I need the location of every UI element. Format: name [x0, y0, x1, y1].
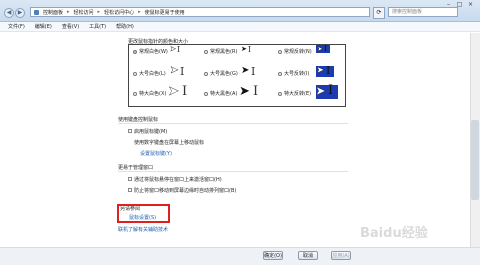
- text-cursor-icon: I: [326, 64, 331, 77]
- prevent-snap-checkbox[interactable]: 防止将窗口移动到屏幕边缘时自动排列窗口(B): [128, 187, 236, 194]
- option-regular-inverted[interactable]: 常规反转(N): [278, 48, 312, 55]
- window-section-title: 更易于管理窗口: [118, 165, 154, 171]
- section-divider: [118, 123, 348, 124]
- text-cursor-icon: I: [253, 84, 259, 99]
- text-cursor-icon: I: [182, 84, 188, 99]
- black-arrow-icon: ➤: [241, 45, 247, 53]
- keyboard-section-title: 使用键盘控制鼠标: [118, 117, 159, 123]
- ok-button[interactable]: 确定(O): [263, 251, 283, 260]
- option-large-inverted[interactable]: 大号反转(I): [278, 70, 309, 77]
- radio-button[interactable]: [204, 71, 208, 76]
- cancel-button[interactable]: 取消: [298, 251, 318, 260]
- highlight-box: [117, 204, 170, 223]
- text-cursor-icon: I: [328, 83, 334, 98]
- inverted-arrow-icon: ➤: [315, 84, 326, 99]
- setup-mouse-keys-link[interactable]: 设置鼠标键(Y): [140, 150, 172, 157]
- radio-button[interactable]: [133, 91, 137, 96]
- option-extra-large-white[interactable]: 特大白色(X): [133, 90, 166, 97]
- menu-view[interactable]: 查看(V): [62, 23, 79, 30]
- option-large-white[interactable]: 大号白色(L): [133, 70, 166, 77]
- menu-bar: 文件(F) 编辑(E) 查看(V) 工具(T) 帮助(H): [0, 22, 480, 32]
- checkbox[interactable]: [128, 129, 132, 133]
- white-arrow-icon: ➤: [170, 45, 176, 53]
- button-bar: 确定(O) 取消 应用(A): [0, 247, 480, 265]
- minimize-icon[interactable]: –: [444, 1, 453, 8]
- close-icon[interactable]: ×: [466, 1, 475, 8]
- checkbox[interactable]: [128, 188, 132, 192]
- radio-button[interactable]: [278, 91, 282, 96]
- black-arrow-icon: ➤: [239, 84, 250, 99]
- white-arrow-icon: ➤: [168, 84, 179, 99]
- option-label: 大号反转(I): [284, 71, 310, 77]
- white-arrow-icon: ➤: [170, 65, 179, 76]
- radio-button[interactable]: [278, 71, 282, 76]
- mouse-keys-description: 使用数字键盘在屏幕上移动鼠标: [134, 140, 205, 146]
- black-arrow-icon: ➤: [241, 65, 250, 76]
- breadcrumb-ease-of-access-center[interactable]: 轻松访问中心: [104, 9, 134, 16]
- menu-help[interactable]: 帮助(H): [116, 23, 134, 30]
- maximize-icon[interactable]: □: [455, 1, 464, 8]
- checkbox-label: 启用鼠标键(M): [134, 129, 168, 135]
- breadcrumb-control-panel[interactable]: 控制面板: [43, 9, 63, 16]
- control-panel-icon: [34, 9, 39, 15]
- option-label: 常规黑色(R): [210, 49, 238, 55]
- option-label: 特大白色(X): [139, 91, 167, 97]
- option-label: 常规白色(W): [139, 49, 168, 55]
- breadcrumb-separator-icon: ▸: [97, 9, 101, 15]
- text-cursor-icon: I: [248, 45, 252, 54]
- radio-button[interactable]: [278, 49, 282, 54]
- inverted-arrow-icon: ➤: [316, 65, 325, 76]
- checkbox-label: 防止将窗口移动到屏幕边缘时自动排列窗口(B): [134, 188, 237, 194]
- option-regular-black[interactable]: 常规黑色(R): [204, 48, 237, 55]
- option-extra-large-inverted[interactable]: 特大反转(E): [278, 90, 311, 97]
- mouse-keys-checkbox[interactable]: 启用鼠标键(M): [128, 128, 167, 135]
- inverted-arrow-icon: ➤: [317, 45, 323, 53]
- option-label: 常规反转(N): [284, 49, 312, 55]
- option-label: 大号黑色(G): [210, 71, 238, 77]
- option-label: 特大反转(E): [284, 91, 312, 97]
- radio-button[interactable]: [204, 91, 208, 96]
- text-cursor-icon: I: [177, 45, 181, 54]
- breadcrumb-separator-icon: ▸: [67, 9, 70, 15]
- search-input[interactable]: 搜索控制面板: [388, 7, 458, 17]
- search-placeholder: 搜索控制面板: [392, 9, 423, 15]
- option-regular-white[interactable]: 常规白色(W): [133, 48, 168, 55]
- checkbox[interactable]: [128, 177, 132, 181]
- menu-edit[interactable]: 编辑(E): [35, 23, 52, 30]
- menu-tools[interactable]: 工具(T): [89, 23, 106, 30]
- text-cursor-icon: I: [251, 65, 256, 78]
- section-divider: [118, 171, 348, 172]
- learn-assistive-tech-link[interactable]: 联机了解有关辅助技术: [118, 226, 168, 233]
- address-bar[interactable]: 控制面板 ▸ 轻松访问 ▸ 轻松访问中心 ▸ 使鼠标更易于使用: [30, 7, 370, 17]
- option-label: 特大黑色(A): [210, 91, 238, 97]
- watermark: Baidu经验: [360, 226, 428, 241]
- hover-activate-checkbox[interactable]: 通过将鼠标悬停在窗口上来激活窗口(H): [128, 176, 222, 183]
- option-large-black[interactable]: 大号黑色(G): [204, 70, 238, 77]
- back-button[interactable]: ◀: [4, 8, 14, 18]
- option-label: 大号白色(L): [139, 71, 166, 77]
- option-extra-large-black[interactable]: 特大黑色(A): [204, 90, 237, 97]
- checkbox-label: 通过将鼠标悬停在窗口上来激活窗口(H): [134, 177, 222, 183]
- forward-button[interactable]: ▶: [15, 8, 25, 18]
- text-cursor-icon: I: [180, 65, 185, 78]
- breadcrumb-current-page[interactable]: 使鼠标更易于使用: [145, 9, 185, 16]
- breadcrumb-separator-icon: ▸: [138, 9, 141, 15]
- breadcrumb-ease-of-access[interactable]: 轻松访问: [74, 9, 94, 16]
- refresh-icon[interactable]: ⟳: [373, 7, 385, 19]
- text-cursor-icon: I: [324, 44, 328, 53]
- apply-button[interactable]: 应用(A): [331, 251, 351, 260]
- menu-file[interactable]: 文件(F): [8, 23, 25, 30]
- radio-button[interactable]: [133, 71, 137, 76]
- radio-button[interactable]: [204, 49, 208, 54]
- scrollbar-thumb[interactable]: [471, 120, 479, 200]
- radio-button[interactable]: [133, 49, 137, 54]
